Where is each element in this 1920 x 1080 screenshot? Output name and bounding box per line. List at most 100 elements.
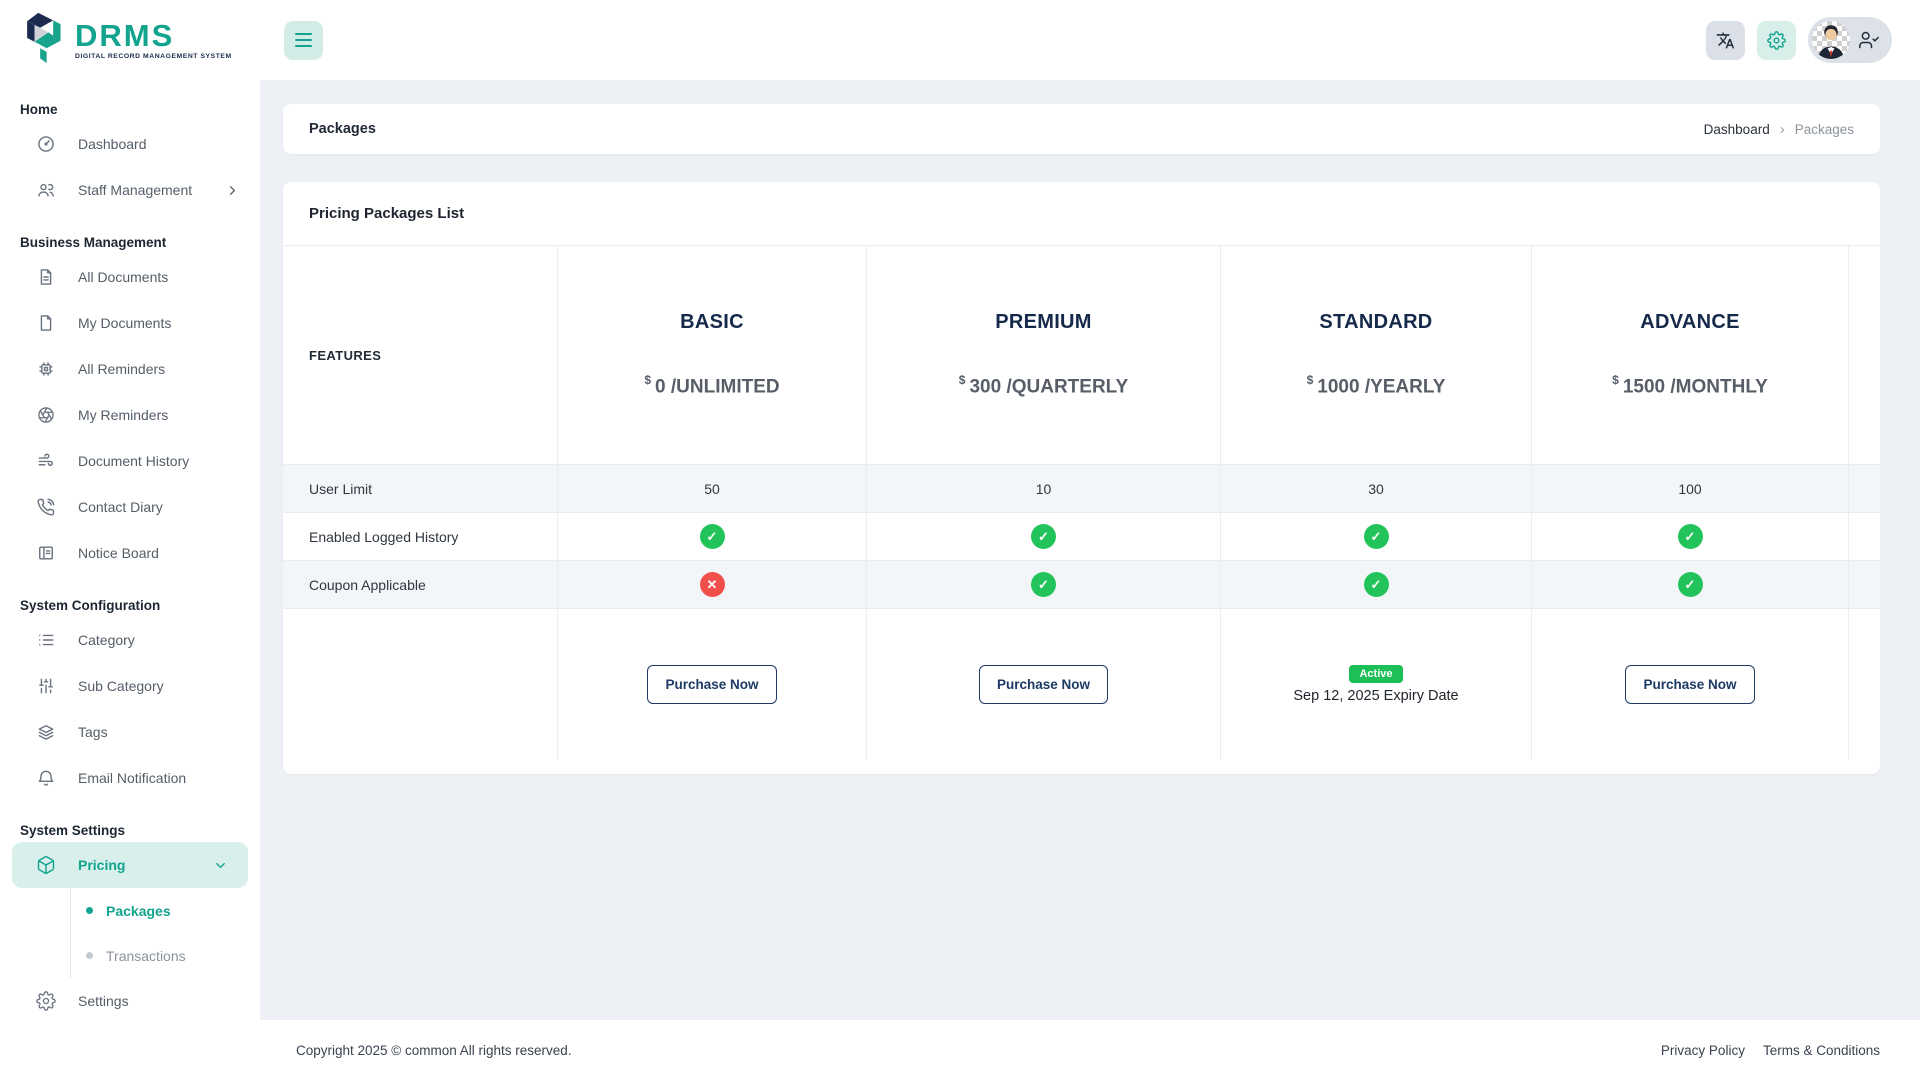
check-circle-icon: [1031, 524, 1056, 549]
cross-circle-icon: [700, 572, 725, 597]
chevron-right-icon: [225, 183, 240, 198]
privacy-policy-link[interactable]: Privacy Policy: [1661, 1043, 1745, 1058]
check-circle-icon: [1678, 572, 1703, 597]
document-lines-icon: [36, 267, 56, 287]
sidebar-item-transactions[interactable]: Transactions: [71, 933, 260, 978]
purchase-now-button-basic[interactable]: Purchase Now: [647, 665, 776, 704]
bullet-dot-icon: [86, 952, 93, 959]
sidebar-item-contact-diary[interactable]: Contact Diary: [0, 484, 260, 530]
pricing-card-title: Pricing Packages List: [283, 182, 1880, 246]
sidebar-item-staff-management[interactable]: Staff Management: [0, 167, 260, 213]
sidebar-item-label: All Reminders: [78, 361, 165, 377]
breadcrumb-current: Packages: [1795, 122, 1854, 137]
breadcrumb-dashboard-link[interactable]: Dashboard: [1704, 122, 1770, 137]
dashboard-icon: [36, 134, 56, 154]
sidebar-item-sub-category[interactable]: Sub Category: [0, 663, 260, 709]
sidebar-item-all-reminders[interactable]: All Reminders: [0, 346, 260, 392]
purchase-now-button-premium[interactable]: Purchase Now: [979, 665, 1108, 704]
table-row-coupon-applicable: Coupon Applicable: [283, 560, 1880, 608]
sidebar-item-label: Category: [78, 632, 135, 648]
package-name: BASIC: [680, 311, 744, 334]
layers-icon: [36, 722, 56, 742]
bullet-dot-icon: [86, 907, 93, 914]
gear-icon: [36, 991, 56, 1011]
sidebar-section-home: Home: [20, 102, 260, 117]
package-price: $1000 /YEARLY: [1307, 374, 1446, 398]
brand-logo-mark-icon: [18, 12, 66, 69]
aperture-icon: [36, 405, 56, 425]
translate-button[interactable]: [1706, 21, 1745, 60]
table-row-user-limit: User Limit 50 10 30 100: [283, 464, 1880, 512]
footer: Copyright 2025 © common All rights reser…: [260, 1020, 1920, 1080]
sidebar-item-email-notification[interactable]: Email Notification: [0, 755, 260, 801]
sidebar-item-label: Transactions: [106, 948, 186, 964]
sidebar-section-business-management: Business Management: [20, 235, 260, 250]
list-icon: [36, 630, 56, 650]
purchase-now-button-advance[interactable]: Purchase Now: [1625, 665, 1754, 704]
sidebar-item-label: Tags: [78, 724, 108, 740]
sidebar-item-label: All Documents: [78, 269, 168, 285]
sidebar-item-settings[interactable]: Settings: [0, 978, 260, 1024]
package-name: ADVANCE: [1640, 311, 1740, 334]
brand-logo[interactable]: DRMS DIGITAL RECORD MANAGEMENT SYSTEM: [0, 0, 260, 80]
main-column: Packages Dashboard Packages Pricing Pack…: [260, 0, 1920, 1080]
page-title: Packages: [309, 121, 376, 137]
sidebar-nav: Home Dashboard Staff Management Business…: [0, 102, 260, 1024]
copyright-text: Copyright 2025 © common All rights reser…: [296, 1043, 572, 1058]
sidebar-item-pricing[interactable]: Pricing: [12, 842, 248, 888]
feature-label: User Limit: [283, 465, 557, 512]
file-icon: [36, 313, 56, 333]
sidebar-item-document-history[interactable]: Document History: [0, 438, 260, 484]
sidebar-item-dashboard[interactable]: Dashboard: [0, 121, 260, 167]
sidebar-item-tags[interactable]: Tags: [0, 709, 260, 755]
hamburger-icon: [295, 33, 312, 36]
wind-icon: [36, 451, 56, 471]
hamburger-menu-button[interactable]: [284, 21, 323, 60]
terms-conditions-link[interactable]: Terms & Conditions: [1763, 1043, 1880, 1058]
active-status-badge: Active: [1349, 665, 1402, 683]
user-limit-standard: 30: [1220, 465, 1531, 512]
package-price: $1500 /MONTHLY: [1612, 374, 1768, 398]
feature-label: Enabled Logged History: [283, 513, 557, 560]
sidebar-item-category[interactable]: Category: [0, 617, 260, 663]
settings-button[interactable]: [1757, 21, 1796, 60]
sliders-icon: [36, 676, 56, 696]
chevron-down-icon: [213, 858, 228, 873]
topbar: [260, 0, 1920, 80]
sidebar-item-packages[interactable]: Packages: [71, 888, 260, 933]
profile-menu[interactable]: [1808, 17, 1892, 63]
sidebar-item-label: My Reminders: [78, 407, 168, 423]
sidebar-item-label: Pricing: [78, 857, 125, 873]
user-check-icon: [1859, 30, 1879, 50]
package-name: PREMIUM: [995, 311, 1092, 334]
translate-icon: [1716, 31, 1735, 50]
sidebar-item-my-reminders[interactable]: My Reminders: [0, 392, 260, 438]
page-header-card: Packages Dashboard Packages: [283, 104, 1880, 154]
board-icon: [36, 543, 56, 563]
sidebar-section-system-settings: System Settings: [20, 823, 260, 838]
brand-name: DRMS: [75, 20, 232, 51]
feature-label: Coupon Applicable: [283, 561, 557, 608]
content-area: Packages Dashboard Packages Pricing Pack…: [260, 80, 1920, 1020]
sidebar-item-label: Dashboard: [78, 136, 147, 152]
package-header-basic: BASIC $0 /UNLIMITED: [557, 246, 866, 464]
staff-management-icon: [36, 180, 56, 200]
check-circle-icon: [1364, 572, 1389, 597]
package-price: $300 /QUARTERLY: [959, 374, 1128, 398]
package-price: $0 /UNLIMITED: [644, 374, 779, 398]
sidebar-item-all-documents[interactable]: All Documents: [0, 254, 260, 300]
pricing-table-action-row: Purchase Now Purchase Now Active Sep 12,…: [283, 608, 1880, 760]
sidebar-item-notice-board[interactable]: Notice Board: [0, 530, 260, 576]
user-limit-basic: 50: [557, 465, 866, 512]
phone-icon: [36, 497, 56, 517]
sidebar-item-my-documents[interactable]: My Documents: [0, 300, 260, 346]
sidebar: DRMS DIGITAL RECORD MANAGEMENT SYSTEM Ho…: [0, 0, 260, 1080]
package-header-premium: PREMIUM $300 /QUARTERLY: [866, 246, 1220, 464]
sidebar-section-system-configuration: System Configuration: [20, 598, 260, 613]
package-name: STANDARD: [1319, 311, 1432, 334]
package-header-standard: STANDARD $1000 /YEARLY: [1220, 246, 1531, 464]
pricing-table-header-row: FEATURES BASIC $0 /UNLIMITED PREMIUM $30…: [283, 246, 1880, 464]
check-circle-icon: [1031, 572, 1056, 597]
pricing-submenu: Packages Transactions: [70, 888, 260, 978]
package-header-advance: ADVANCE $1500 /MONTHLY: [1531, 246, 1849, 464]
